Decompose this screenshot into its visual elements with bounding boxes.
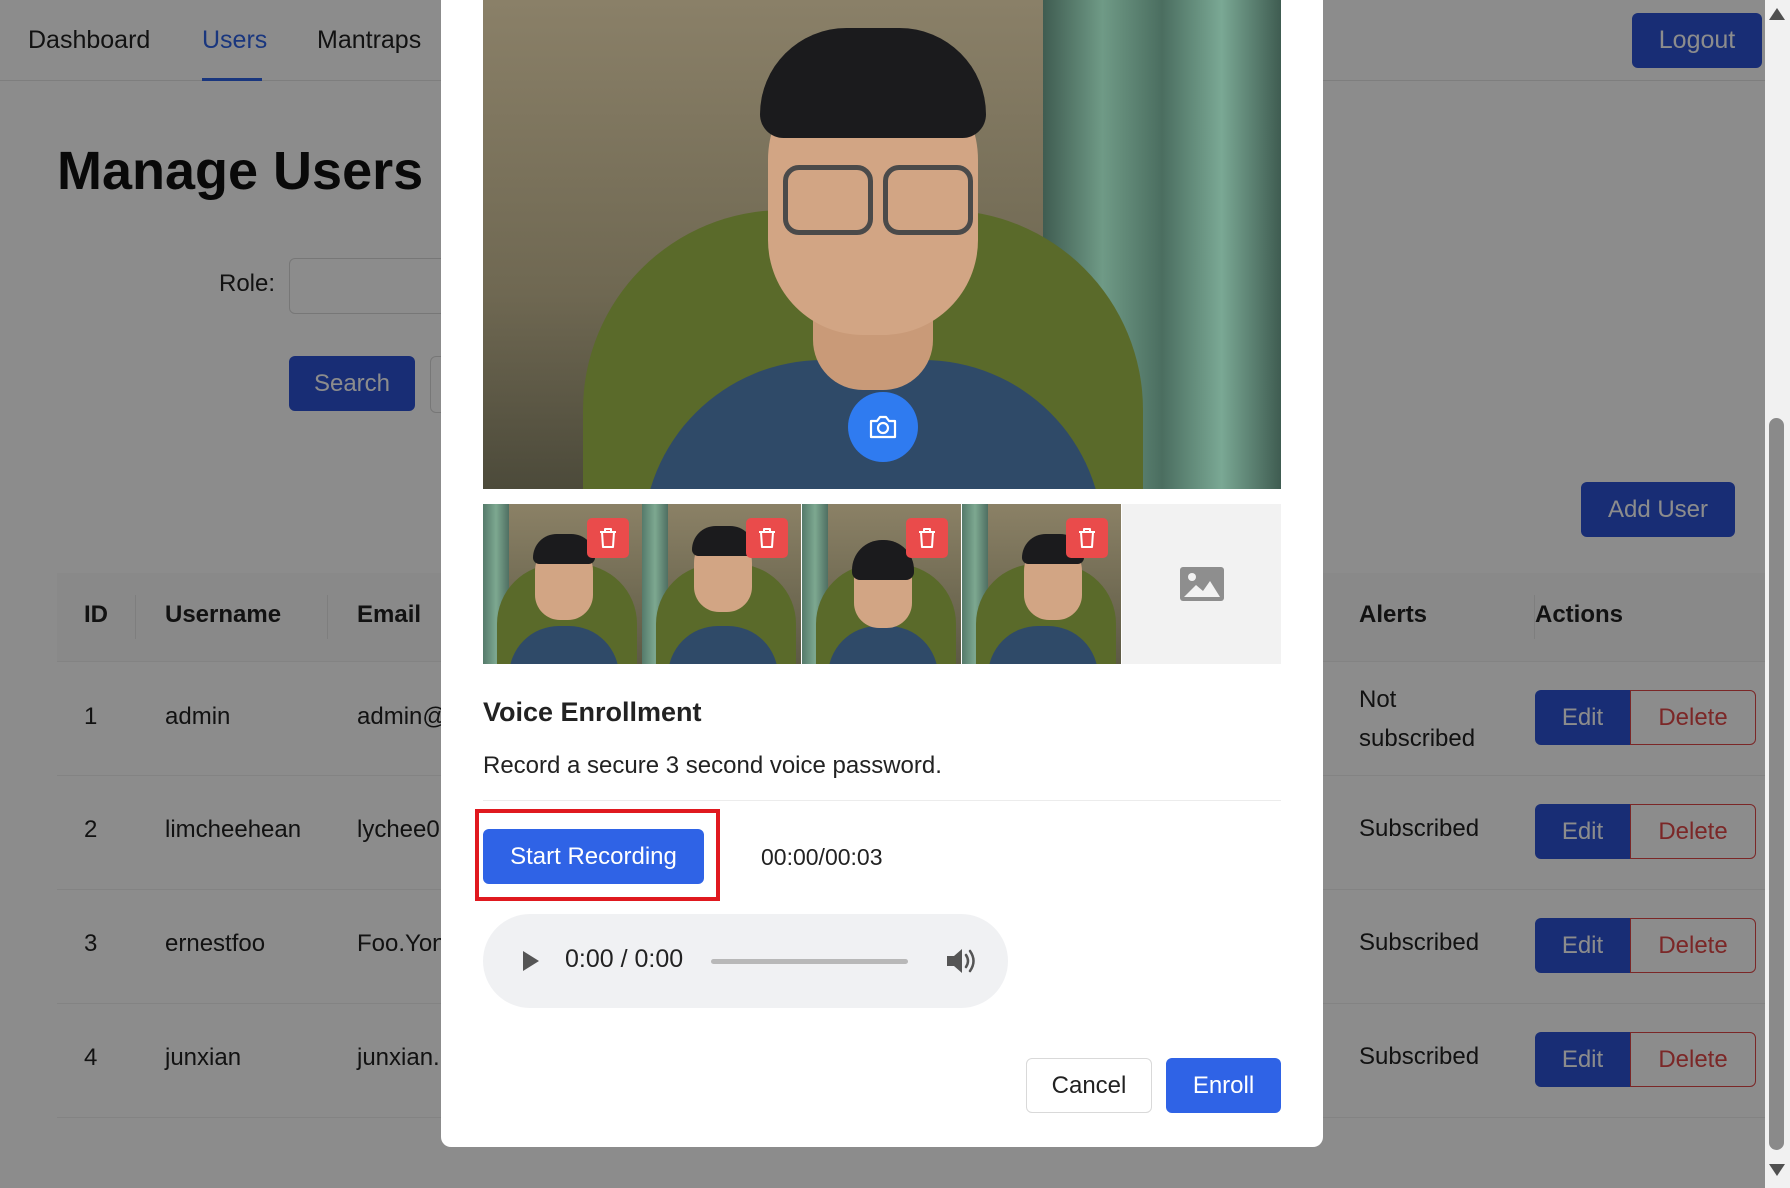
trash-icon bbox=[919, 528, 935, 548]
trash-icon bbox=[600, 528, 616, 548]
webcam-preview bbox=[483, 0, 1281, 489]
delete-photo-button[interactable] bbox=[906, 518, 948, 558]
audio-progress-bar[interactable] bbox=[711, 959, 908, 964]
scroll-down-arrow-icon[interactable] bbox=[1769, 1164, 1785, 1176]
scrollbar-thumb[interactable] bbox=[1769, 418, 1784, 1150]
trash-icon bbox=[1079, 528, 1095, 548]
divider bbox=[483, 800, 1281, 801]
voice-enrollment-title: Voice Enrollment bbox=[483, 697, 702, 727]
thumb-hair bbox=[692, 526, 754, 556]
thumb-hair bbox=[533, 534, 595, 564]
webcam-glasses-right bbox=[883, 165, 973, 235]
camera-icon bbox=[869, 415, 897, 439]
voice-enrollment-description: Record a secure 3 second voice password. bbox=[483, 752, 942, 779]
enroll-button[interactable]: Enroll bbox=[1166, 1058, 1281, 1113]
capture-photo-button[interactable] bbox=[848, 392, 918, 462]
scrollbar[interactable] bbox=[1765, 0, 1790, 1188]
audio-player: 0:00 / 0:00 bbox=[483, 914, 1008, 1008]
captured-photo bbox=[962, 504, 1121, 664]
captured-photo bbox=[802, 504, 961, 664]
cancel-button[interactable]: Cancel bbox=[1026, 1058, 1152, 1113]
captured-photo bbox=[642, 504, 801, 664]
start-recording-button[interactable]: Start Recording bbox=[483, 829, 704, 884]
audio-time: 0:00 / 0:00 bbox=[565, 945, 684, 973]
webcam-glasses-left bbox=[783, 165, 873, 235]
delete-photo-button[interactable] bbox=[587, 518, 629, 558]
empty-photo-slot bbox=[1122, 504, 1281, 664]
captured-photos-strip bbox=[483, 504, 1281, 664]
recording-timer: 00:00/00:03 bbox=[761, 844, 883, 870]
scroll-up-arrow-icon[interactable] bbox=[1769, 8, 1785, 20]
volume-icon[interactable] bbox=[945, 946, 977, 976]
captured-photo bbox=[483, 504, 642, 664]
trash-icon bbox=[759, 528, 775, 548]
delete-photo-button[interactable] bbox=[1066, 518, 1108, 558]
delete-photo-button[interactable] bbox=[746, 518, 788, 558]
play-icon[interactable] bbox=[523, 951, 539, 971]
image-placeholder-icon bbox=[1179, 567, 1224, 601]
enroll-modal: Voice Enrollment Record a secure 3 secon… bbox=[441, 0, 1323, 1147]
